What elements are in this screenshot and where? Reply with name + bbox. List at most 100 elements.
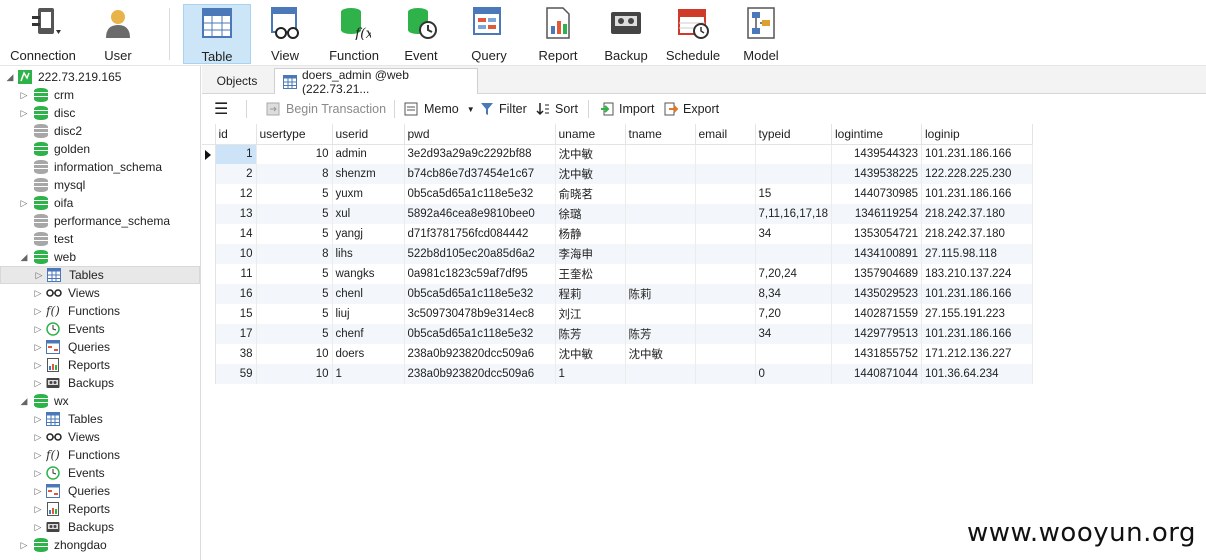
tab-objects[interactable]: Objects <box>204 68 270 94</box>
tab-doers-admin[interactable]: doers_admin @web (222.73.21... <box>274 68 478 96</box>
tree-item-tables[interactable]: ▷ Tables <box>0 410 200 428</box>
cell-id[interactable]: 38 <box>215 344 257 364</box>
cell-loginip[interactable]: 122.228.225.230 <box>921 164 1033 184</box>
table-row[interactable]: 38 10 doers 238a0b923820dcc509a6 沈中敏 沈中敏 14318… <box>202 344 1033 364</box>
cell-userid[interactable]: xul <box>332 204 405 224</box>
cell-userid[interactable]: lihs <box>332 244 405 264</box>
cell-loginip[interactable]: 101.231.186.166 <box>921 324 1033 344</box>
row-header[interactable] <box>202 324 216 344</box>
table-row[interactable]: 2 8 shenzm b74cb86e7d37454e1c67 沈中敏 143953822… <box>202 164 1033 184</box>
expand-arrow-icon[interactable]: ▷ <box>33 486 43 496</box>
tree-item-views[interactable]: ▷ Views <box>0 284 200 302</box>
cell-usertype[interactable]: 10 <box>256 364 333 384</box>
table-row[interactable]: 15 5 liuj 3c509730478b9e314ec8 刘江 7,20 1402871… <box>202 304 1033 324</box>
cell-pwd[interactable]: 522b8d105ec20a85d6a2 <box>404 244 556 264</box>
tree-db-zhongdao[interactable]: ▷ zhongdao <box>0 536 200 554</box>
cell-logintime[interactable]: 1429779513 <box>831 324 922 344</box>
user-button[interactable]: User <box>96 4 140 64</box>
cell-tname[interactable]: 陈莉 <box>625 284 696 304</box>
expand-arrow-icon[interactable]: ▷ <box>34 270 44 280</box>
tree-db-web[interactable]: ◢ web <box>0 248 200 266</box>
cell-typeid[interactable]: 7,20 <box>755 304 832 324</box>
row-header[interactable] <box>202 184 216 204</box>
cell-email[interactable] <box>695 184 756 204</box>
table-row[interactable]: 10 8 lihs 522b8d105ec20a85d6a2 李海申 1434100891… <box>202 244 1033 264</box>
cell-loginip[interactable]: 183.210.137.224 <box>921 264 1033 284</box>
expand-arrow-icon[interactable]: ▷ <box>33 342 43 352</box>
cell-logintime[interactable]: 1402871559 <box>831 304 922 324</box>
table-row[interactable]: 13 5 xul 5892a46cea8e9810bee0 徐璐 7,11,16,17,1… <box>202 204 1033 224</box>
cell-userid[interactable]: doers <box>332 344 405 364</box>
expand-arrow-icon[interactable]: ▷ <box>33 360 43 370</box>
tree-connection[interactable]: ◢ 222.73.219.165 <box>0 68 200 86</box>
cell-logintime[interactable]: 1440871044 <box>831 364 922 384</box>
cell-userid[interactable]: yuxm <box>332 184 405 204</box>
table-button[interactable]: Table <box>183 4 251 64</box>
cell-typeid[interactable]: 15 <box>755 184 832 204</box>
cell-userid[interactable]: shenzm <box>332 164 405 184</box>
expand-arrow-icon[interactable]: ▷ <box>33 414 43 424</box>
cell-tname[interactable] <box>625 264 696 284</box>
table-row[interactable]: 1 10 admin 3e2d93a29a9c2292bf88 沈中敏 143954432… <box>202 144 1033 164</box>
cell-email[interactable] <box>695 164 756 184</box>
cell-userid[interactable]: yangj <box>332 224 405 244</box>
collapse-arrow-icon[interactable]: ◢ <box>5 72 15 82</box>
tree-db-performance_schema[interactable]: performance_schema <box>0 212 200 230</box>
cell-pwd[interactable]: 0b5ca5d65a1c118e5e32 <box>404 184 556 204</box>
column-header-pwd[interactable]: pwd <box>404 124 556 145</box>
tree-item-backups[interactable]: ▷ Backups <box>0 374 200 392</box>
tree-db-wx[interactable]: ◢ wx <box>0 392 200 410</box>
cell-typeid[interactable]: 34 <box>755 324 832 344</box>
cell-id[interactable]: 59 <box>215 364 257 384</box>
expand-arrow-icon[interactable]: ▷ <box>33 450 43 460</box>
column-header-userid[interactable]: userid <box>332 124 405 145</box>
cell-email[interactable] <box>695 224 756 244</box>
tree-item-reports[interactable]: ▷ Reports <box>0 356 200 374</box>
cell-id[interactable]: 17 <box>215 324 257 344</box>
begin-transaction-button[interactable]: Begin Transaction <box>266 99 386 119</box>
cell-logintime[interactable]: 1357904689 <box>831 264 922 284</box>
cell-id[interactable]: 12 <box>215 184 257 204</box>
cell-logintime[interactable]: 1439544323 <box>831 144 922 164</box>
cell-usertype[interactable]: 8 <box>256 244 333 264</box>
tree-db-disc2[interactable]: disc2 <box>0 122 200 140</box>
tree-item-events[interactable]: ▷ Events <box>0 464 200 482</box>
cell-tname[interactable]: 陈芳 <box>625 324 696 344</box>
cell-tname[interactable] <box>625 224 696 244</box>
cell-usertype[interactable]: 8 <box>256 164 333 184</box>
report-button[interactable]: Report <box>536 4 580 64</box>
cell-usertype[interactable]: 5 <box>256 304 333 324</box>
cell-email[interactable] <box>695 364 756 384</box>
cell-userid[interactable]: wangks <box>332 264 405 284</box>
cell-tname[interactable] <box>625 184 696 204</box>
cell-pwd[interactable]: 238a0b923820dcc509a6 <box>404 344 556 364</box>
cell-logintime[interactable]: 1346119254 <box>831 204 922 224</box>
tree-item-queries[interactable]: ▷ Queries <box>0 482 200 500</box>
event-button[interactable]: Event <box>401 4 441 64</box>
cell-email[interactable] <box>695 304 756 324</box>
tree-item-functions[interactable]: ▷ f() Functions <box>0 446 200 464</box>
import-button[interactable]: Import <box>600 99 654 119</box>
column-header-usertype[interactable]: usertype <box>256 124 333 145</box>
cell-logintime[interactable]: 1440730985 <box>831 184 922 204</box>
cell-typeid[interactable] <box>755 344 832 364</box>
cell-id[interactable]: 15 <box>215 304 257 324</box>
column-header-tname[interactable]: tname <box>625 124 696 145</box>
cell-uname[interactable]: 徐璐 <box>555 204 626 224</box>
expand-arrow-icon[interactable]: ▷ <box>33 522 43 532</box>
cell-typeid[interactable]: 7,20,24 <box>755 264 832 284</box>
cell-uname[interactable]: 李海申 <box>555 244 626 264</box>
cell-pwd[interactable]: b74cb86e7d37454e1c67 <box>404 164 556 184</box>
cell-tname[interactable] <box>625 304 696 324</box>
expand-arrow-icon[interactable]: ▷ <box>33 324 43 334</box>
memo-button[interactable]: Memo ▼ <box>404 99 475 119</box>
cell-tname[interactable] <box>625 244 696 264</box>
expand-arrow-icon[interactable]: ▷ <box>19 540 29 550</box>
cell-pwd[interactable]: 3c509730478b9e314ec8 <box>404 304 556 324</box>
tree-item-backups[interactable]: ▷ Backups <box>0 518 200 536</box>
table-row[interactable]: 59 10 1 238a0b923820dcc509a6 1 0 1440871044 101… <box>202 364 1033 384</box>
table-row[interactable]: 14 5 yangj d71f3781756fcd084442 杨静 34 13530547… <box>202 224 1033 244</box>
tree-db-crm[interactable]: ▷ crm <box>0 86 200 104</box>
cell-tname[interactable] <box>625 164 696 184</box>
cell-uname[interactable]: 陈芳 <box>555 324 626 344</box>
